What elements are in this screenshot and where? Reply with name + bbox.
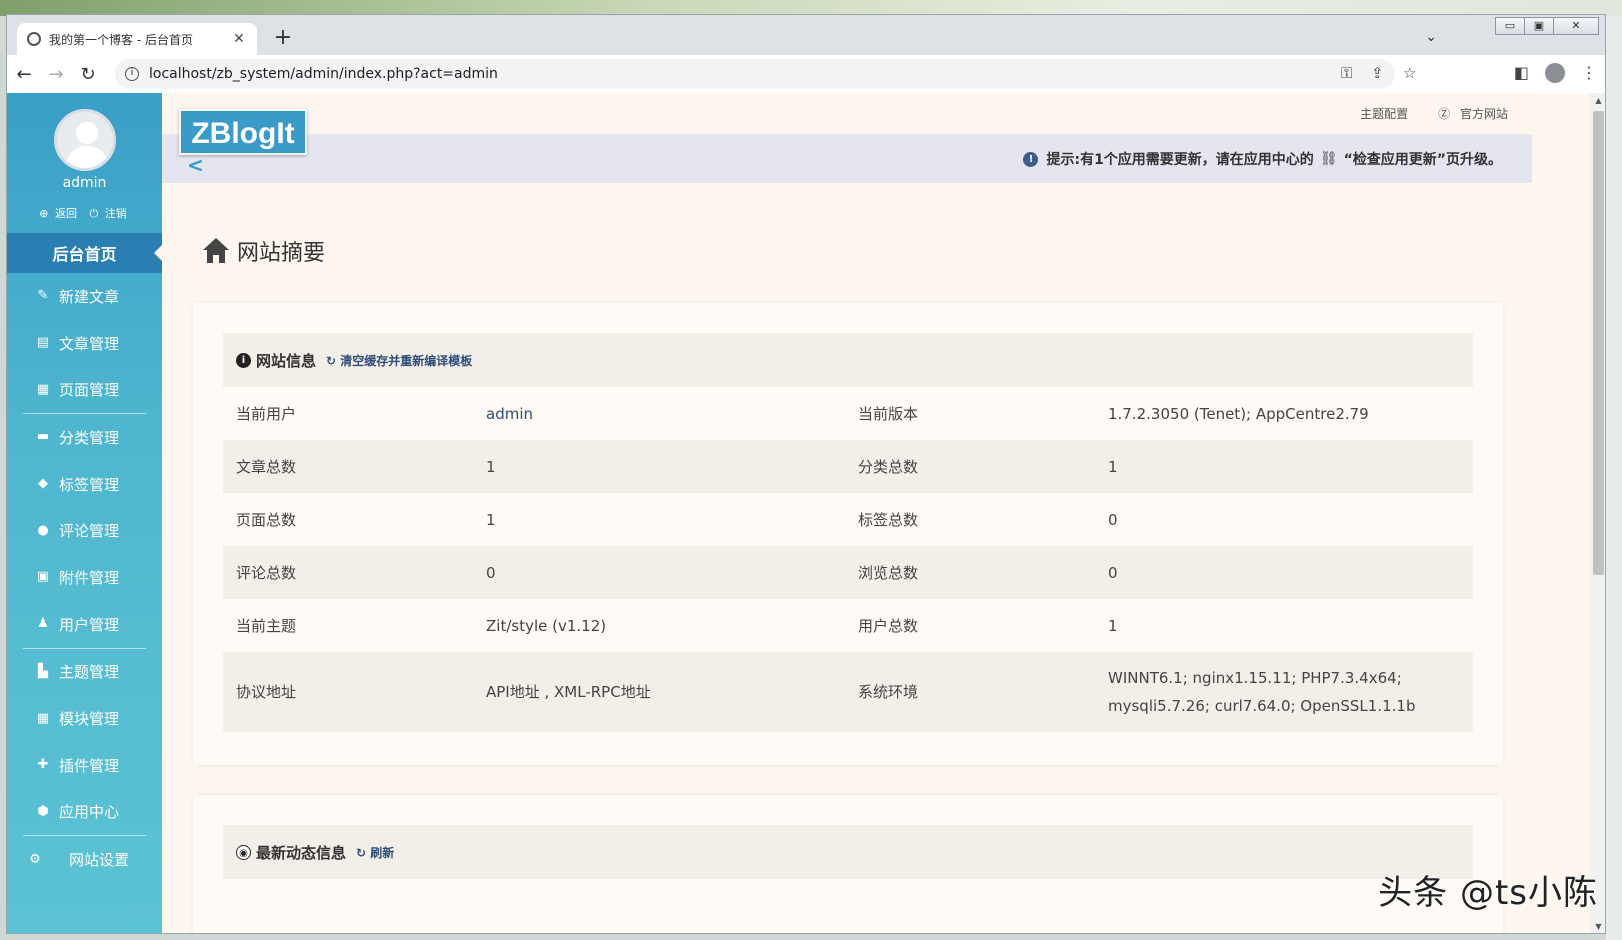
browser-window: 我的第一个博客 - 后台首页 ✕ + ⌄ ▭ ▣ ✕ ← → ↻ i local… — [6, 14, 1606, 934]
window-controls: ▭ ▣ ✕ — [1495, 17, 1599, 35]
profile-icon[interactable] — [1545, 63, 1565, 83]
navigation-bar: ← → ↻ i localhost/zb_system/admin/index.… — [7, 55, 1605, 93]
clear-cache-link[interactable]: ↻ 清空缓存并重新编译模板 — [326, 352, 472, 369]
attachment-icon: ▣ — [36, 569, 50, 585]
scroll-up-arrow-icon[interactable]: ▲ — [1590, 93, 1605, 109]
sidebar-item-appcenter[interactable]: ⬢ 应用中心 — [7, 789, 162, 836]
sidebar-menu: 后台首页 ✎ 新建文章 ▤ 文章管理 ▦ 页面管理 ▬ 分类管理 ◆ 标签管理 ● 评论管理… — [7, 233, 162, 883]
admin-sidebar: admin ⊕ 返回 ⏻ 注销 后台首页 ✎ 新建文章 ▤ 文章管理 ▦ 页面管理 ▬… — [7, 93, 162, 933]
sidebar-item-dashboard[interactable]: 后台首页 — [7, 233, 162, 273]
info-icon: i — [236, 352, 251, 368]
table-row: 协议地址 API地址 , XML-RPC地址 系统环境 WINNT6.1; ng… — [223, 652, 1473, 732]
table-row: 当前主题 Zit/style (v1.12) 用户总数 1 — [236, 616, 1118, 636]
sidebar-item-users[interactable]: ♟ 用户管理 — [7, 601, 162, 648]
table-row: 文章总数 1 分类总数 1 — [223, 440, 1473, 493]
sidebar-user-links: ⊕ 返回 ⏻ 注销 — [7, 205, 162, 221]
theme-icon: ▙ — [38, 663, 48, 679]
key-icon[interactable]: ⚿ — [1341, 64, 1352, 82]
menu-kebab-icon[interactable]: ⋮ — [1581, 63, 1597, 83]
comment-icon: ● — [37, 522, 49, 538]
top-header: 主题配置 Ⓩ 官方网站 — [162, 93, 1532, 135]
header-links: 主题配置 Ⓩ 官方网站 — [1354, 105, 1520, 122]
table-row: 页面总数 1 标签总数 0 — [236, 510, 1118, 530]
edit-icon: ✎ — [37, 288, 49, 304]
browser-tab[interactable]: 我的第一个博客 - 后台首页 ✕ — [17, 23, 257, 55]
table-row: 当前用户 admin 当前版本 1.7.2.3050 (Tenet); AppC… — [223, 387, 1473, 440]
bookmark-star-icon[interactable]: ☆ — [1403, 64, 1416, 82]
window-close-button[interactable]: ✕ — [1553, 17, 1599, 35]
sidebar-item-comments[interactable]: ● 评论管理 — [7, 507, 162, 554]
sidebar-item-attachments[interactable]: ▣ 附件管理 — [7, 554, 162, 601]
page-icon: ▦ — [36, 381, 50, 397]
users-icon: ♟ — [37, 616, 49, 632]
folder-icon: ▬ — [36, 429, 50, 445]
link-icon: ⛓ — [1319, 151, 1338, 167]
back-arrow-icon[interactable]: ← — [9, 64, 39, 85]
site-info-icon[interactable]: i — [125, 67, 139, 81]
sidebar-item-settings[interactable]: ⚙ 网站设置 — [7, 836, 162, 883]
module-icon: ▦ — [36, 710, 50, 726]
globe-icon — [27, 32, 41, 46]
restore-button[interactable]: ▣ — [1524, 17, 1554, 35]
close-tab-icon[interactable]: ✕ — [231, 31, 247, 47]
sidebar-item-modules[interactable]: ▦ 模块管理 — [7, 695, 162, 742]
tab-strip: 我的第一个博客 - 后台首页 ✕ + ⌄ ▭ ▣ ✕ — [7, 15, 1605, 55]
current-user-link[interactable]: admin — [473, 387, 845, 440]
watermark: 头条 @ts小陈 — [1378, 873, 1598, 913]
news-header: ◉ 最新动态信息 ↻ 刷新 — [223, 825, 1473, 879]
scroll-thumb[interactable] — [1593, 111, 1604, 575]
site-logo[interactable]: ZBlogIt — [179, 109, 307, 155]
side-panel-icon[interactable]: ◧ — [1514, 63, 1529, 83]
article-icon: ▤ — [36, 335, 50, 351]
plugin-icon: ✚ — [37, 757, 49, 773]
site-info-table: 当前用户 admin 当前版本 1.7.2.3050 (Tenet); AppC… — [223, 387, 1473, 732]
tab-search-icon[interactable]: ⌄ — [1425, 29, 1437, 45]
home-icon — [203, 238, 229, 264]
logout-link[interactable]: ⏻ 注销 — [90, 207, 130, 220]
page-title: 网站摘要 — [203, 235, 325, 267]
sidebar-item-tags[interactable]: ◆ 标签管理 — [7, 461, 162, 508]
site-info-header: i 网站信息 ↻ 清空缓存并重新编译模板 — [223, 333, 1473, 387]
sidebar-item-themes[interactable]: ▙ 主题管理 — [7, 649, 162, 696]
new-tab-button[interactable]: + — [269, 25, 297, 53]
share-icon[interactable]: ⇪ — [1371, 64, 1384, 82]
sidebar-item-new-post[interactable]: ✎ 新建文章 — [7, 273, 162, 320]
official-site-link[interactable]: Ⓩ 官方网站 — [1432, 105, 1520, 122]
sidebar-username[interactable]: admin — [7, 175, 162, 191]
alert-icon: ! — [1023, 151, 1039, 167]
collapse-arrow-icon[interactable]: < — [187, 153, 204, 177]
tab-title: 我的第一个博客 - 后台首页 — [49, 32, 193, 47]
notice-bar: ! 提示:有1个应用需要更新，请在应用中心的 ⛓ “检查应用更新”页升级。 — [162, 135, 1532, 183]
radar-icon: ◉ — [236, 844, 251, 860]
gear-icon: ⚙ — [29, 851, 41, 867]
site-info-card: i 网站信息 ↻ 清空缓存并重新编译模板 当前用户 admin 当前版本 1.7… — [193, 303, 1503, 765]
back-link[interactable]: ⊕ 返回 — [39, 207, 80, 220]
appcenter-icon: ⬢ — [37, 803, 49, 819]
update-notice: ! 提示:有1个应用需要更新，请在应用中心的 ⛓ “检查应用更新”页升级。 — [1023, 149, 1502, 169]
sidebar-item-plugins[interactable]: ✚ 插件管理 — [7, 742, 162, 789]
url-text[interactable]: localhost/zb_system/admin/index.php?act=… — [149, 66, 498, 82]
tag-icon: ◆ — [38, 476, 48, 492]
page-viewport: admin ⊕ 返回 ⏻ 注销 后台首页 ✎ 新建文章 ▤ 文章管理 ▦ 页面管理 ▬… — [7, 93, 1605, 933]
news-card: ◉ 最新动态信息 ↻ 刷新 — [193, 795, 1503, 933]
forward-arrow-icon[interactable]: → — [41, 64, 71, 85]
table-row: 评论总数 0 浏览总数 0 — [223, 546, 1473, 599]
refresh-link[interactable]: ↻ 刷新 — [356, 844, 394, 861]
scroll-down-arrow-icon[interactable]: ▼ — [1590, 919, 1605, 933]
sidebar-item-categories[interactable]: ▬ 分类管理 — [7, 414, 162, 461]
reload-icon[interactable]: ↻ — [73, 64, 103, 85]
address-bar[interactable]: i localhost/zb_system/admin/index.php?ac… — [115, 59, 1416, 89]
minimize-button[interactable]: ▭ — [1495, 17, 1525, 35]
toolbar-right: ◧ ⋮ — [1514, 63, 1597, 83]
check-update-link[interactable]: “检查应用更新”页升级。 — [1344, 149, 1502, 169]
sidebar-item-posts[interactable]: ▤ 文章管理 — [7, 320, 162, 367]
theme-config-link[interactable]: 主题配置 — [1354, 105, 1414, 122]
api-links[interactable]: API地址 , XML-RPC地址 — [473, 652, 845, 732]
avatar[interactable] — [54, 109, 116, 171]
desktop-background-right — [1606, 16, 1622, 940]
page-scrollbar[interactable]: ▲ ▼ — [1590, 93, 1605, 933]
sidebar-item-pages[interactable]: ▦ 页面管理 — [7, 366, 162, 413]
